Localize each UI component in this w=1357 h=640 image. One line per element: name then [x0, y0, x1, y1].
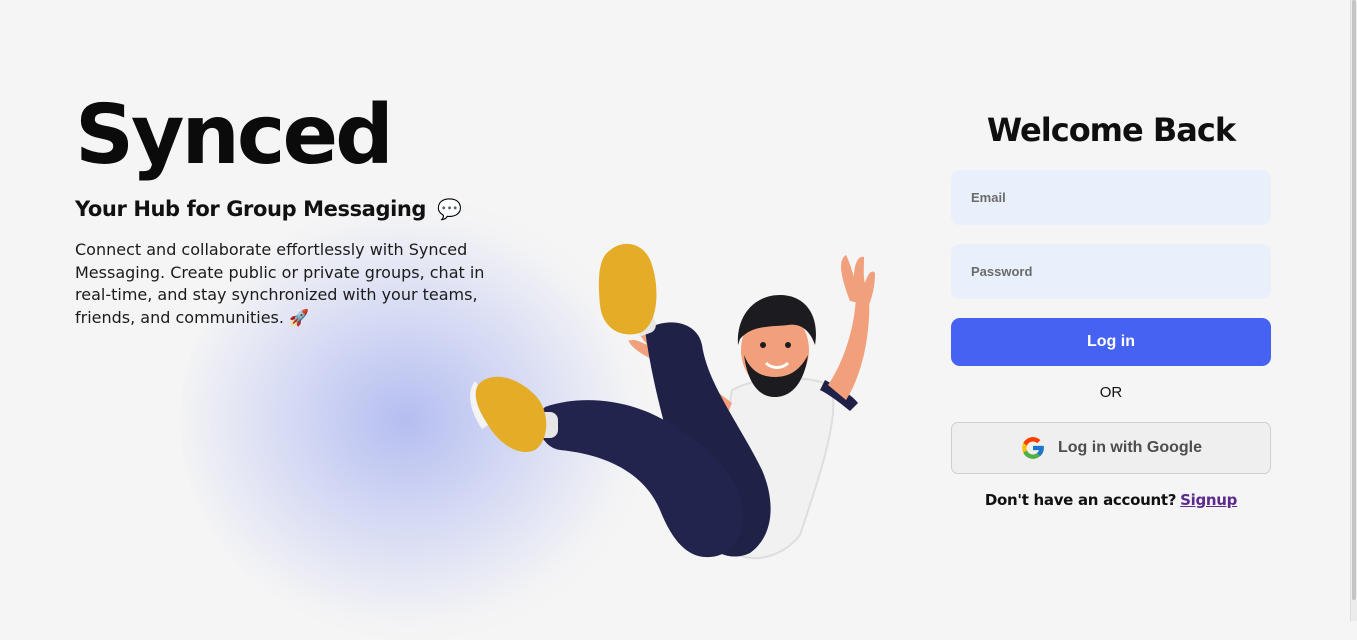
signup-row: Don't have an account? Signup: [951, 491, 1271, 509]
rocket-icon: 🚀: [289, 307, 309, 327]
google-logo-icon: [1022, 437, 1044, 459]
google-button-label: Log in with Google: [1058, 439, 1202, 456]
login-button[interactable]: Log in: [951, 318, 1271, 366]
password-input[interactable]: [951, 244, 1271, 299]
hero-section: Synced Your Hub for Group Messaging 💬 Co…: [75, 95, 495, 329]
signup-link[interactable]: Signup: [1180, 491, 1237, 509]
or-divider: OR: [1099, 384, 1123, 401]
tagline: Your Hub for Group Messaging 💬: [75, 197, 495, 221]
hero-description: Connect and collaborate effortlessly wit…: [75, 239, 487, 329]
welcome-title: Welcome Back: [986, 111, 1236, 149]
login-panel: Welcome Back Log in OR Log in with Googl…: [951, 110, 1271, 509]
page-scrollbar[interactable]: [1350, 0, 1357, 621]
scrollbar-thumb[interactable]: [1352, 0, 1356, 600]
brand-title: Synced: [75, 88, 394, 183]
email-input[interactable]: [951, 170, 1271, 225]
falling-man-illustration: [470, 235, 890, 575]
speech-bubble-icon: 💬: [436, 197, 462, 221]
description-text: Connect and collaborate effortlessly wit…: [75, 240, 485, 327]
signup-prompt: Don't have an account?: [984, 491, 1177, 509]
tagline-text: Your Hub for Group Messaging: [75, 197, 427, 221]
google-login-button[interactable]: Log in with Google: [951, 422, 1271, 474]
